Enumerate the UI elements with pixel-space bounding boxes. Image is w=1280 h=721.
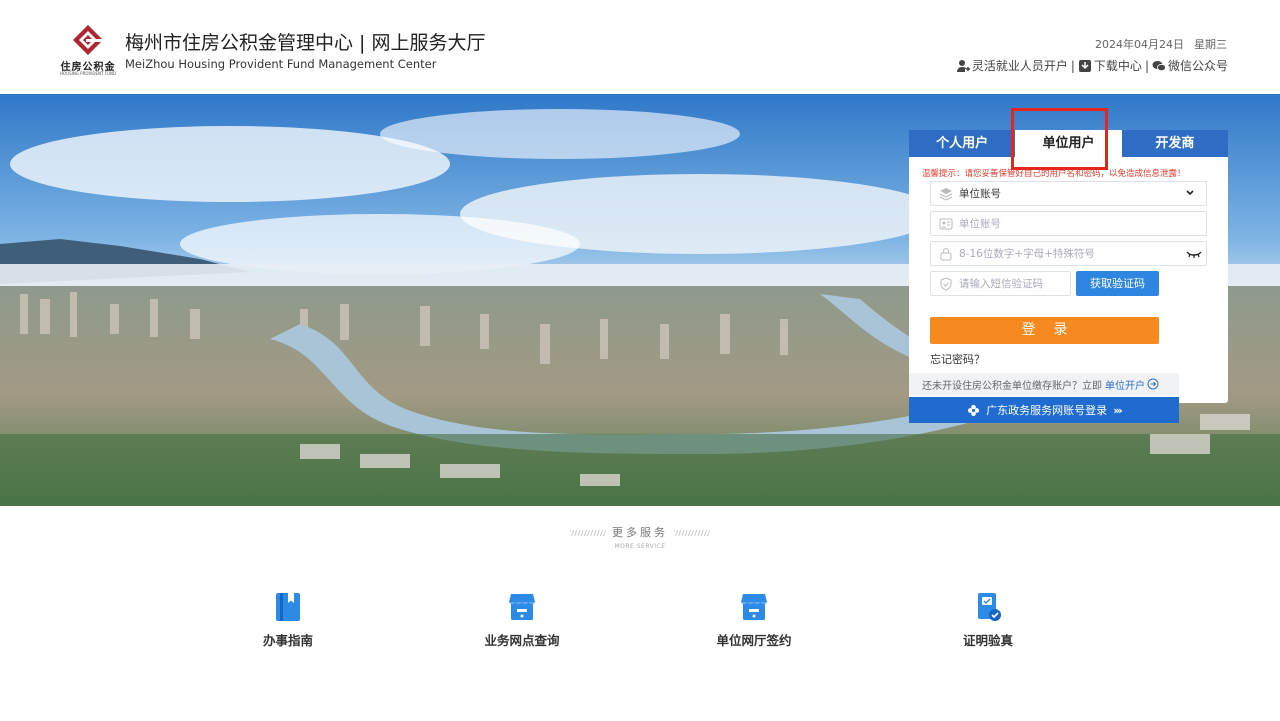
open-company-account-link[interactable]: 单位开户 — [1105, 377, 1159, 392]
service-label: 业务网点查询 — [484, 633, 560, 648]
service-label: 证明验真 — [962, 633, 1013, 648]
login-button[interactable]: 登录 — [930, 317, 1159, 344]
password-placeholder: 8-16位数字+字母+特殊符号 — [959, 248, 1095, 260]
housing-fund-logo-icon — [73, 25, 104, 55]
triple-chevron-icon: ››› — [1113, 403, 1123, 417]
chevron-down-icon — [1186, 190, 1194, 196]
service-label: 单位网厅签约 — [716, 633, 792, 648]
eye-closed-icon[interactable] — [1186, 249, 1202, 259]
account-type-select[interactable]: 单位账号 — [930, 181, 1207, 206]
heading-decoration — [674, 530, 710, 536]
site-title: 梅州市住房公积金管理中心 | 网上服务大厅 — [125, 32, 486, 54]
login-panel: 个人用户 单位用户 开发商 温馨提示：请您妥善保管好自己的用户名和密码，以免造成… — [909, 130, 1228, 403]
get-sms-code-button[interactable]: 获取验证码 — [1076, 271, 1159, 296]
forgot-password-link[interactable]: 忘记密码？ — [930, 351, 985, 367]
download-icon — [1078, 59, 1091, 72]
sms-placeholder: 请输入短信验证码 — [959, 278, 1043, 290]
sms-code-input[interactable]: 请输入短信验证码 — [930, 271, 1071, 296]
site-subtitle: MeiZhou Housing Provident Fund Managemen… — [125, 57, 437, 71]
date-text: 2024年04月24日 — [1095, 38, 1184, 51]
link-label: 微信公众号 — [1167, 59, 1228, 73]
account-type-value: 单位账号 — [959, 188, 1001, 200]
open-account-label: 单位开户 — [1105, 380, 1145, 392]
lock-icon — [940, 247, 952, 260]
gd-login-label: 广东政务服务网账号登录 — [986, 404, 1108, 417]
more-services-title-en: MORE SERVICE — [614, 543, 666, 550]
link-separator: | — [1070, 58, 1075, 73]
link-label: 下载中心 — [1093, 59, 1142, 73]
current-date: 2024年04月24日 星期三 — [1095, 36, 1227, 52]
link-label: 灵活就业人员开户 — [971, 59, 1068, 73]
guangdong-gov-login-button[interactable]: 广东政务服务网账号登录 ››› — [909, 397, 1179, 423]
weekday-text: 星期三 — [1194, 38, 1227, 51]
guide-book-icon — [276, 593, 300, 621]
service-branch-query[interactable]: 业务网点查询 — [462, 592, 582, 649]
contract-store-icon — [741, 594, 767, 620]
certificate-verify-icon — [978, 593, 1001, 621]
guangdong-flower-icon — [968, 404, 980, 416]
branch-store-icon — [509, 594, 535, 620]
id-card-icon — [939, 218, 953, 229]
download-center-link[interactable]: 下载中心 — [1078, 57, 1142, 74]
arrow-circle-right-icon — [1147, 378, 1159, 390]
wechat-icon — [1152, 60, 1166, 71]
logo-text-en: HOUSING PROVIDENT FUND — [60, 71, 116, 76]
more-services-title: 更多服务 — [612, 526, 668, 539]
tab-personal-user[interactable]: 个人用户 — [909, 130, 1016, 157]
site-logo[interactable]: 住房公积金 HOUSING PROVIDENT FUND — [56, 24, 120, 76]
service-guide[interactable]: 办事指南 — [228, 592, 348, 649]
password-input[interactable]: 8-16位数字+字母+特殊符号 — [930, 241, 1207, 266]
link-separator: | — [1144, 58, 1149, 73]
heading-decoration — [570, 530, 606, 536]
more-services-heading: 更多服务 MORE SERVICE — [0, 524, 1280, 550]
highlight-box — [1011, 108, 1108, 170]
open-account-prompt: 还未开设住房公积金单位缴存账户？立即 — [922, 380, 1102, 392]
company-account-input[interactable]: 单位账号 — [930, 211, 1207, 236]
service-company-hall-signing[interactable]: 单位网厅签约 — [694, 592, 814, 649]
flexible-employment-account-link[interactable]: 灵活就业人员开户 — [956, 57, 1068, 74]
site-header: 住房公积金 HOUSING PROVIDENT FUND 梅州市住房公积金管理中… — [0, 0, 1280, 94]
wechat-account-link[interactable]: 微信公众号 — [1152, 57, 1228, 74]
tab-developer[interactable]: 开发商 — [1121, 130, 1228, 157]
layers-icon — [939, 187, 953, 201]
account-placeholder: 单位账号 — [959, 218, 1001, 230]
shield-icon — [940, 276, 952, 291]
service-label: 办事指南 — [262, 633, 313, 648]
user-plus-icon — [956, 59, 970, 72]
top-links: 灵活就业人员开户 | 下载中心 | 微信公众号 — [956, 57, 1228, 74]
service-certificate-verify[interactable]: 证明验真 — [928, 592, 1048, 649]
open-account-row: 还未开设住房公积金单位缴存账户？立即 单位开户 — [909, 373, 1179, 395]
